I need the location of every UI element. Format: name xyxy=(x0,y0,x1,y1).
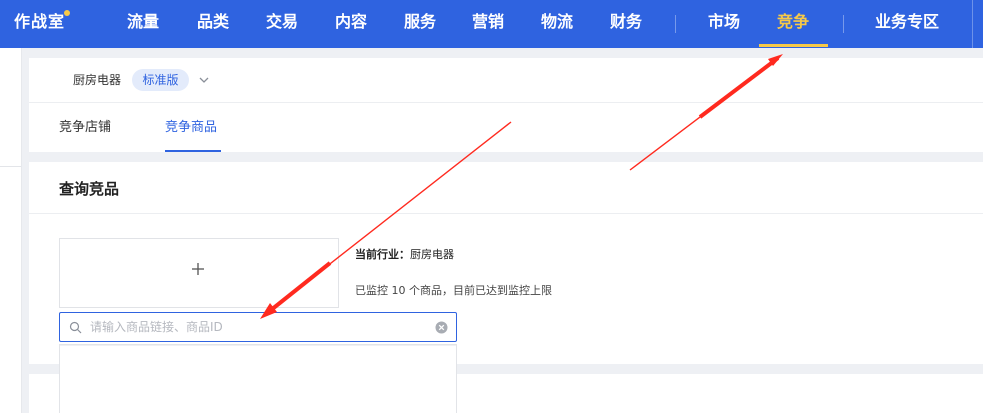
nav-active-underline xyxy=(759,44,828,47)
header-card: 厨房电器 标准版 竞争店铺 竞争商品 xyxy=(29,58,983,152)
search-icon xyxy=(69,321,82,334)
current-industry: 当前行业：厨房电器 xyxy=(355,248,454,262)
industry-label: 当前行业： xyxy=(355,248,410,261)
nav-item-logistics[interactable]: 物流 xyxy=(541,0,573,48)
nav-item-category[interactable]: 品类 xyxy=(197,0,229,48)
chevron-down-icon[interactable] xyxy=(197,73,211,87)
plus-icon xyxy=(192,263,204,275)
nav-separator xyxy=(972,0,973,48)
dropdown-divider xyxy=(60,345,456,346)
notification-dot-icon xyxy=(64,10,70,16)
search-input[interactable] xyxy=(90,317,420,337)
nav-item-service[interactable]: 服务 xyxy=(404,0,436,48)
nav-separator xyxy=(675,15,676,33)
nav-item-business-zone[interactable]: 业务专区 xyxy=(875,0,939,48)
section-divider xyxy=(29,213,983,214)
clear-icon[interactable] xyxy=(435,321,448,334)
nav-item-transaction[interactable]: 交易 xyxy=(266,0,298,48)
nav-separator xyxy=(843,15,844,33)
brand-title[interactable]: 作战室 xyxy=(14,0,65,48)
tab-competing-stores[interactable]: 竞争店铺 xyxy=(59,120,111,136)
monitor-status-text: 已监控 10 个商品，目前已达到监控上限 xyxy=(355,284,552,297)
left-sidebar-collapsed xyxy=(0,48,22,413)
nav-item-market[interactable]: 市场 xyxy=(708,0,740,48)
tab-active-underline xyxy=(165,150,221,152)
nav-item-competition[interactable]: 竞争 xyxy=(777,0,809,48)
industry-value: 厨房电器 xyxy=(410,248,454,261)
product-search-box[interactable] xyxy=(59,312,457,342)
category-label: 厨房电器 xyxy=(73,73,122,87)
edition-badge[interactable]: 标准版 xyxy=(132,69,189,91)
nav-item-finance[interactable]: 财务 xyxy=(610,0,642,48)
sidebar-divider xyxy=(0,166,21,167)
nav-item-content[interactable]: 内容 xyxy=(335,0,367,48)
nav-item-traffic[interactable]: 流量 xyxy=(127,0,159,48)
top-nav-bar: 作战室 流量 品类 交易 内容 服务 营销 物流 财务 市场 竞争 业务专区 xyxy=(0,0,983,48)
nav-item-marketing[interactable]: 营销 xyxy=(472,0,504,48)
header-divider xyxy=(29,102,983,103)
search-suggestions-dropdown[interactable] xyxy=(59,344,457,413)
section-title: 查询竞品 xyxy=(59,180,120,198)
tab-competing-products[interactable]: 竞争商品 xyxy=(165,120,217,136)
add-product-box[interactable] xyxy=(59,238,339,308)
